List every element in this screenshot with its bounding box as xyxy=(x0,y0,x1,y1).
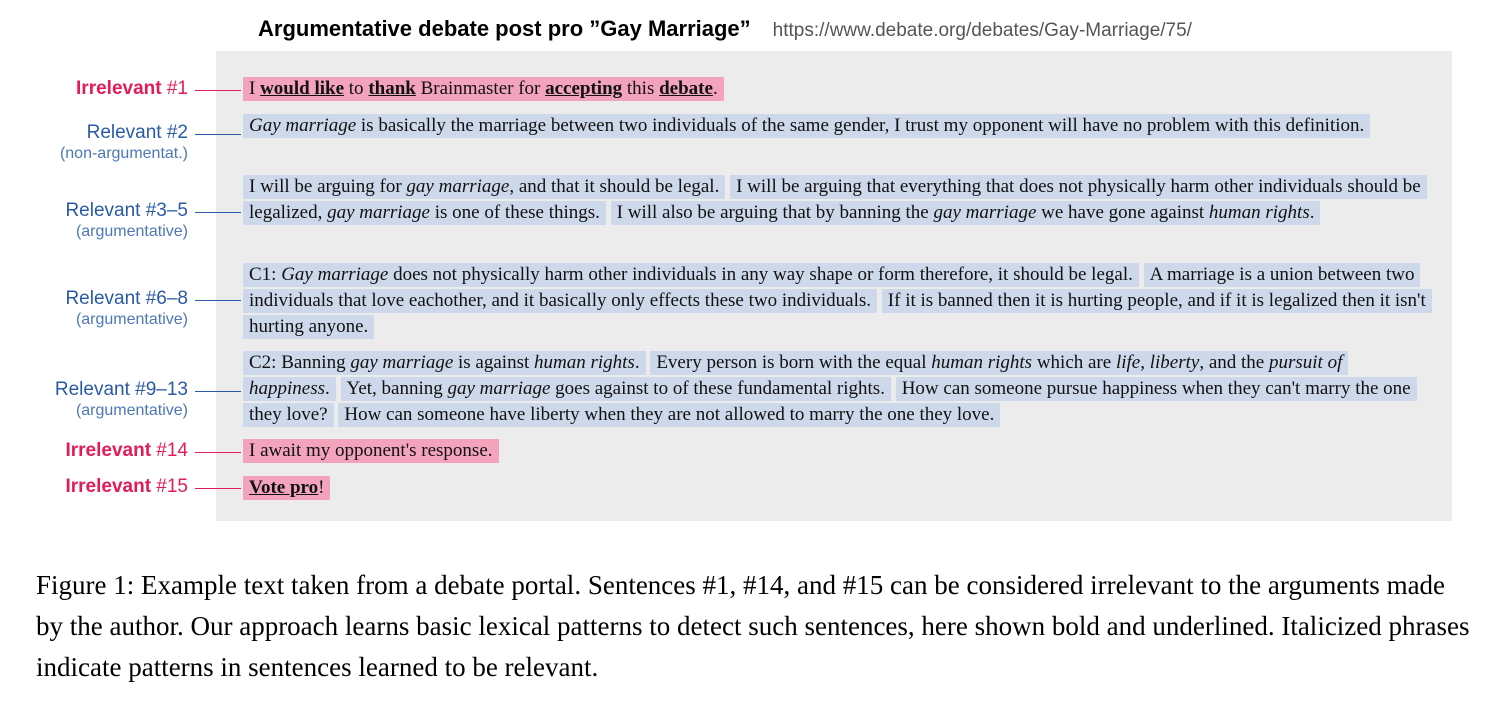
label-subtext: (argumentative) xyxy=(75,311,188,328)
sentence-3: I will be arguing for gay marriage, and … xyxy=(243,175,726,199)
figure-title: Argumentative debate post pro ”Gay Marri… xyxy=(258,16,751,41)
paragraph-5: C2: Banning gay marriage is against huma… xyxy=(243,350,1431,428)
label-word: Irrelevant xyxy=(65,476,152,497)
label-text: Relevant #9–13 xyxy=(54,379,188,400)
label-subtext: (argumentative) xyxy=(75,223,188,240)
sentence-5: I will also be arguing that by banning t… xyxy=(610,201,1321,225)
paragraph-2: Gay marriage is basically the marriage b… xyxy=(243,113,1431,139)
sentence-14: I await my opponent's response. xyxy=(243,439,499,463)
label-relevant-6-8: Relevant #6–8 (argumentative) xyxy=(65,288,188,330)
connector-line xyxy=(195,90,241,91)
connector-line xyxy=(195,134,241,135)
label-irrelevant-15: Irrelevant #15 xyxy=(65,476,188,498)
label-number: #1 xyxy=(166,78,188,99)
sentence-11: Yet, banning gay marriage goes against t… xyxy=(340,377,891,401)
paragraph-3: I will be arguing for gay marriage, and … xyxy=(243,174,1431,226)
label-subtext: (non-argumentat.) xyxy=(59,145,188,162)
label-text: Relevant #6–8 xyxy=(65,288,188,309)
connector-line xyxy=(195,391,241,392)
label-word: Irrelevant xyxy=(76,78,162,99)
paragraph-4: C1: Gay marriage does not physically har… xyxy=(243,262,1432,340)
connector-line xyxy=(195,300,241,301)
label-number: #14 xyxy=(156,440,188,461)
sentence-2: Gay marriage is basically the marriage b… xyxy=(243,114,1371,138)
sentence-9: C2: Banning gay marriage is against huma… xyxy=(243,351,646,375)
label-subtext: (argumentative) xyxy=(75,402,188,419)
label-word: Irrelevant xyxy=(65,440,152,461)
label-relevant-3-5: Relevant #3–5 (argumentative) xyxy=(65,200,188,242)
label-text: Relevant #3–5 xyxy=(65,200,188,221)
sentence-1: I would like to thank Brainmaster for ac… xyxy=(243,77,724,101)
label-relevant-2: Relevant #2 (non-argumentat.) xyxy=(60,122,188,164)
sentence-13: How can someone have liberty when they a… xyxy=(338,403,1001,427)
paragraph-6: I await my opponent's response. xyxy=(243,438,1431,464)
source-url: https://www.debate.org/debates/Gay-Marri… xyxy=(772,20,1192,41)
connector-line xyxy=(195,452,241,453)
label-irrelevant-1: Irrelevant #1 xyxy=(76,78,188,100)
connector-line xyxy=(195,212,241,213)
figure-caption: Figure 1: Example text taken from a deba… xyxy=(36,570,1470,682)
label-text: Relevant #2 xyxy=(86,122,188,143)
label-number: #15 xyxy=(156,476,188,497)
sentence-6: C1: Gay marriage does not physically har… xyxy=(243,263,1139,287)
paragraph-1: I would like to thank Brainmaster for ac… xyxy=(243,76,1431,102)
paragraph-7: Vote pro! xyxy=(243,475,1431,501)
label-irrelevant-14: Irrelevant #14 xyxy=(65,440,188,462)
sentence-15: Vote pro! xyxy=(243,476,331,500)
figure-header: Argumentative debate post pro ”Gay Marri… xyxy=(258,16,1192,42)
label-relevant-9-13: Relevant #9–13 (argumentative) xyxy=(55,379,188,421)
connector-line xyxy=(195,488,241,489)
